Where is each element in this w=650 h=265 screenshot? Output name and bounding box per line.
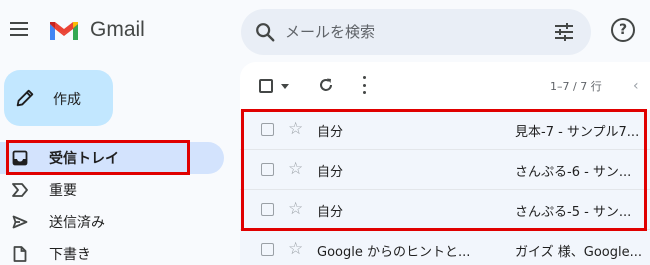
draft-icon <box>11 245 29 263</box>
star-icon[interactable]: ☆ <box>288 159 303 179</box>
email-sender: 自分 <box>317 205 344 220</box>
refresh-icon[interactable] <box>318 77 334 93</box>
compose-button[interactable]: 作成 <box>4 70 113 126</box>
search-icon[interactable] <box>254 21 276 43</box>
search-bar <box>241 9 591 55</box>
search-options-icon[interactable] <box>553 22 575 42</box>
sidebar-item-label: 重要 <box>49 183 77 199</box>
app-name: Gmail <box>90 18 145 41</box>
pencil-icon <box>16 89 34 107</box>
email-sender: 自分 <box>317 125 344 140</box>
search-input[interactable] <box>285 9 535 55</box>
gmail-logo[interactable]: Gmail <box>48 18 145 42</box>
sent-icon <box>11 213 29 231</box>
important-icon <box>11 181 29 199</box>
sidebar-item-label: 送信済み <box>49 215 105 231</box>
sidebar-item-inbox[interactable]: 受信トレイ <box>0 142 224 174</box>
email-subject: さんぷる-5 - サン... <box>515 205 632 220</box>
gmail-window: Gmail ? 作成 受信トレイ <box>0 0 650 265</box>
sidebar-item-label: 下書き <box>49 247 91 263</box>
sidebar-item-drafts[interactable]: 下書き <box>0 238 224 265</box>
star-icon[interactable]: ☆ <box>288 199 303 219</box>
star-icon[interactable]: ☆ <box>288 239 303 259</box>
sidebar-item-important[interactable]: 重要 <box>0 174 224 206</box>
select-all-checkbox[interactable] <box>259 79 273 93</box>
compose-label: 作成 <box>53 92 81 108</box>
email-row[interactable]: ☆ 自分 さんぷる-5 - サン... <box>240 190 650 230</box>
row-checkbox[interactable] <box>261 123 274 136</box>
email-subject: 見本-7 - サンプル7... <box>515 125 640 140</box>
email-sender: Google からのヒントと... <box>317 245 471 260</box>
more-options-icon[interactable] <box>362 76 366 94</box>
message-list-panel: 1–7 / 7 行 ‹ ☆ 自分 見本-7 - サンプル7... ☆ 自分 さん… <box>240 62 650 265</box>
row-checkbox[interactable] <box>261 203 274 216</box>
row-checkbox[interactable] <box>261 243 274 256</box>
list-toolbar: 1–7 / 7 行 ‹ <box>240 62 650 110</box>
star-icon[interactable]: ☆ <box>288 119 303 139</box>
pagination-count: 1–7 / 7 行 <box>550 80 602 93</box>
select-dropdown-icon[interactable] <box>281 84 289 89</box>
email-row[interactable]: ☆ 自分 見本-7 - サンプル7... <box>240 110 650 150</box>
row-checkbox[interactable] <box>261 163 274 176</box>
sidebar-item-label: 受信トレイ <box>49 151 119 167</box>
email-subject: さんぷる-6 - サン... <box>515 165 632 180</box>
sidebar-item-sent[interactable]: 送信済み <box>0 206 224 238</box>
inbox-icon <box>11 149 29 167</box>
gmail-m-icon <box>50 22 78 40</box>
email-sender: 自分 <box>317 165 344 180</box>
email-row[interactable]: ☆ 自分 さんぷる-6 - サン... <box>240 150 650 190</box>
main-menu-icon[interactable] <box>10 22 30 38</box>
email-subject: ガイズ 様、Google... <box>515 245 642 260</box>
chevron-left-icon[interactable]: ‹ <box>633 78 639 94</box>
email-row[interactable]: ☆ Google からのヒントと... ガイズ 様、Google... <box>240 230 650 265</box>
help-icon[interactable]: ? <box>611 18 635 42</box>
